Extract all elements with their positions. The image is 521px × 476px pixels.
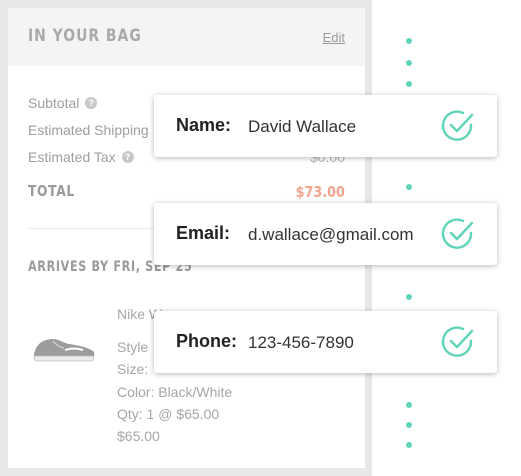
item-color: Color: Black/White xyxy=(117,384,233,400)
shoe-image xyxy=(33,339,95,362)
item-qty: Qty: 1 @ $65.00 xyxy=(117,406,220,422)
connector-dot xyxy=(406,442,412,448)
item-price: $65.00 xyxy=(117,428,160,444)
bag-title: IN YOUR BAG xyxy=(28,26,142,46)
check-circle-icon xyxy=(441,218,474,249)
subtotal-label: Subtotal xyxy=(28,95,80,111)
connector-dot xyxy=(406,184,412,190)
name-value: David Wallace xyxy=(248,117,357,136)
question-circle-icon[interactable]: ? xyxy=(121,151,134,163)
tax-label: Estimated Tax xyxy=(28,149,116,165)
edit-link[interactable]: Edit xyxy=(323,30,345,45)
item-style: Style xyxy=(117,339,149,355)
email-label: Email: xyxy=(176,223,231,243)
name-label: Name: xyxy=(176,115,232,135)
subtotal-row: Subtotal ? xyxy=(28,95,98,111)
phone-value: 123-456-7890 xyxy=(248,333,354,352)
connector-dot xyxy=(406,422,412,428)
shipping-label: Estimated Shipping xyxy=(28,122,149,138)
connector-dot xyxy=(406,294,412,300)
email-card: Email: d.wallace@gmail.com xyxy=(154,203,497,265)
tax-row: Estimated Tax ? xyxy=(28,149,134,165)
check-circle-icon xyxy=(441,110,474,141)
connector-dot xyxy=(406,81,412,87)
email-value: d.wallace@gmail.com xyxy=(248,225,414,244)
bag-header: IN YOUR BAG Edit xyxy=(8,8,365,66)
question-circle-icon[interactable]: ? xyxy=(85,97,98,109)
item-size: Size: xyxy=(117,361,149,377)
total-value: $73.00 xyxy=(295,183,345,201)
connector-dot xyxy=(406,38,412,44)
connector-dot xyxy=(406,59,412,66)
total-label: TOTAL xyxy=(28,182,75,200)
phone-card: Phone: 123-456-7890 xyxy=(154,311,497,373)
shipping-row: Estimated Shipping xyxy=(28,122,149,138)
name-card: Name: David Wallace xyxy=(154,95,497,157)
phone-label: Phone: xyxy=(176,331,237,351)
check-circle-icon xyxy=(441,326,474,357)
connector-dot xyxy=(406,402,412,408)
